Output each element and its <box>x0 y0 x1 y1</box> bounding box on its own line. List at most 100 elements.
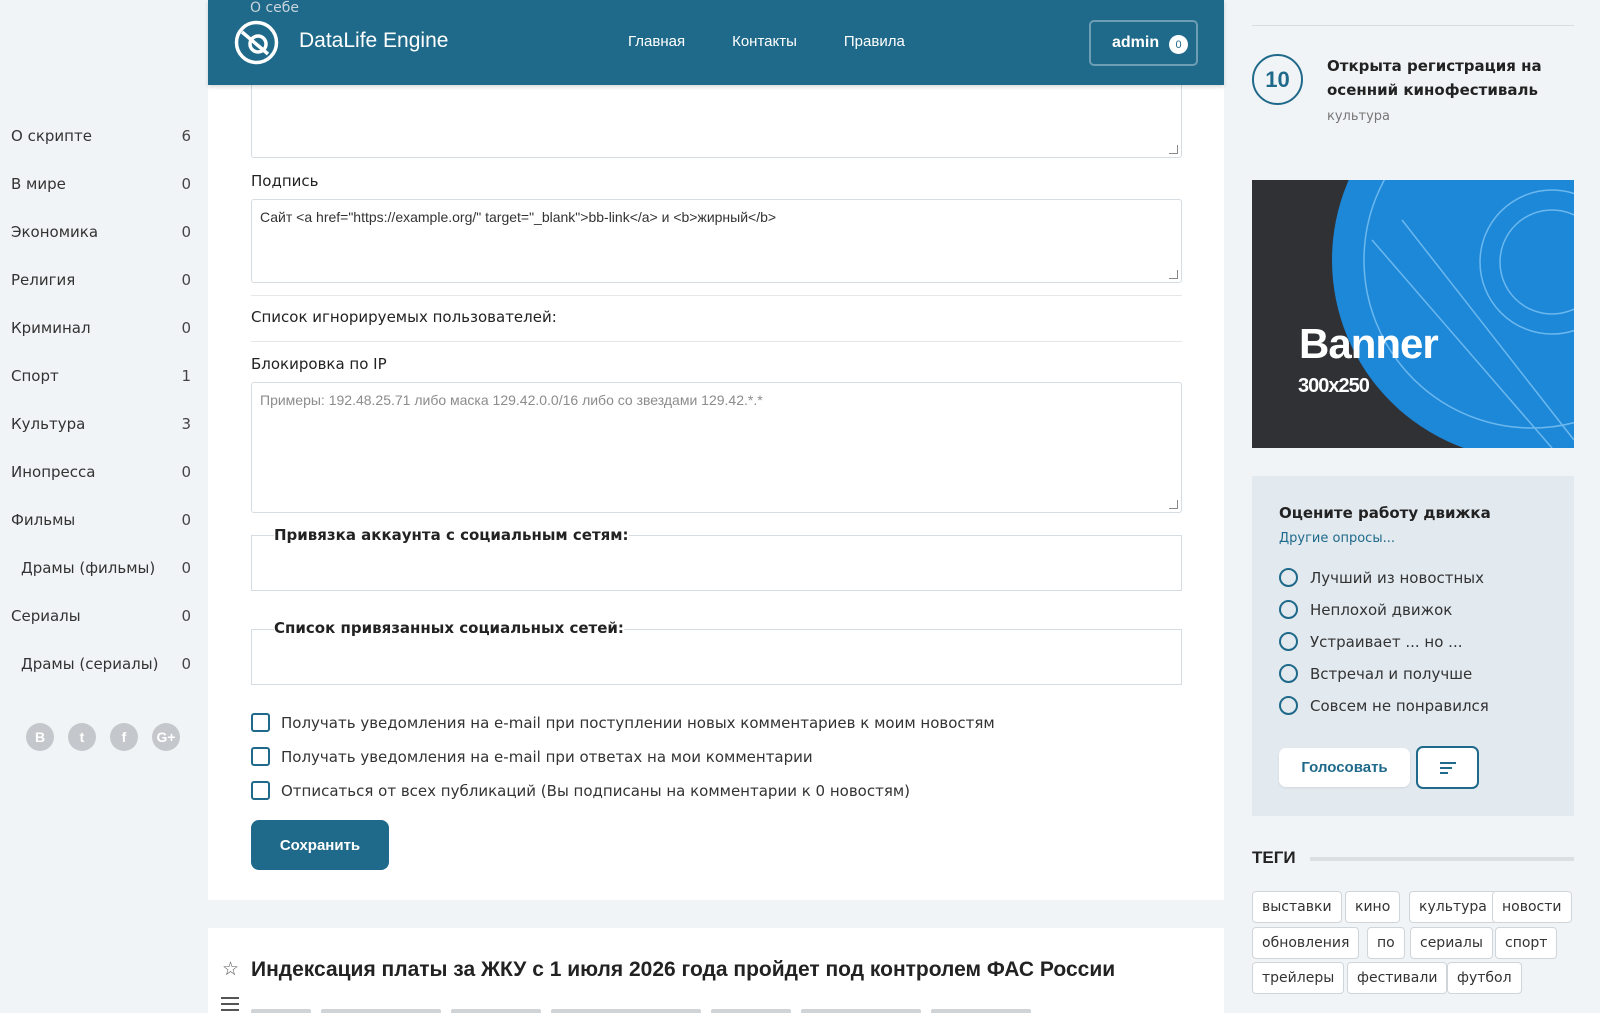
menu-icon[interactable] <box>221 997 239 1011</box>
vote-button[interactable]: Голосовать <box>1279 748 1410 787</box>
tag-link[interactable]: выставки <box>1252 891 1342 923</box>
sidebar-item[interactable]: Драмы (сериалы) 0 <box>0 640 205 688</box>
other-polls-link[interactable]: Другие опросы... <box>1279 531 1395 546</box>
social-bind-legend: Привязка аккаунта с социальным сетям: <box>274 526 629 544</box>
tag-link[interactable]: спорт <box>1495 927 1558 959</box>
banner-ad[interactable]: Banner 300x250 <box>1252 180 1574 448</box>
sidebar-item-label: В мире <box>11 175 66 193</box>
sidebar-item[interactable]: Спорт 1 <box>0 352 205 400</box>
top-news-title[interactable]: Открыта регистрация на осенний кинофести… <box>1327 54 1557 102</box>
divider <box>251 295 1182 296</box>
sidebar-item[interactable]: Инопресса 0 <box>0 448 205 496</box>
tag-link[interactable]: футбол <box>1447 962 1522 994</box>
poll-option-radio[interactable] <box>1279 696 1298 715</box>
username: admin <box>1112 34 1160 51</box>
category-nav: О скрипте 6 В мире 0 Экономика 0 Религия 0 Крими… <box>0 112 205 688</box>
social-list-legend: Список привязанных социальных сетей: <box>274 619 624 637</box>
sidebar-item-label: Инопресса <box>11 463 96 481</box>
twitter-icon[interactable]: t <box>68 723 96 751</box>
tag-link[interactable]: сериалы <box>1410 927 1493 959</box>
poll-option[interactable]: Устраивает ... но ... <box>1279 632 1462 651</box>
tag-link[interactable]: новости <box>1492 891 1572 923</box>
unsubscribe-checkbox[interactable] <box>251 781 270 800</box>
unsubscribe-label: Отписаться от всех публикаций (Вы подпис… <box>281 781 911 800</box>
sidebar-item[interactable]: Религия 0 <box>0 256 205 304</box>
top-nav: Главная Контакты Правила <box>628 33 905 50</box>
logo-icon[interactable] <box>234 20 279 65</box>
sidebar-item[interactable]: Драмы (фильмы) 0 <box>0 544 205 592</box>
sidebar-item-label: Религия <box>11 271 76 289</box>
sidebar-item-count: 0 <box>181 271 191 289</box>
notify-replies-option[interactable]: Получать уведомления на e-mail при ответ… <box>251 747 813 766</box>
vk-icon[interactable]: B <box>26 723 54 751</box>
results-icon <box>1439 759 1456 777</box>
sidebar-item[interactable]: О скрипте 6 <box>0 112 205 160</box>
notify-replies-checkbox[interactable] <box>251 747 270 766</box>
resize-grip-icon[interactable] <box>1169 270 1178 279</box>
sidebar-item-label: Сериалы <box>11 607 81 625</box>
sidebar-item-count: 0 <box>181 607 191 625</box>
poll-option-label: Совсем не понравился <box>1310 696 1489 715</box>
signature-textarea[interactable]: Сайт <a href="https://example.org/" targ… <box>251 199 1182 283</box>
poll-option-radio[interactable] <box>1279 568 1298 587</box>
unsubscribe-option[interactable]: Отписаться от всех публикаций (Вы подпис… <box>251 781 910 800</box>
poll-option[interactable]: Неплохой движок <box>1279 600 1452 619</box>
sidebar-item-count: 0 <box>181 511 191 529</box>
poll-option-radio[interactable] <box>1279 632 1298 651</box>
save-button[interactable]: Сохранить <box>251 820 389 870</box>
tag-link[interactable]: культура <box>1409 891 1497 923</box>
resize-grip-icon[interactable] <box>1169 500 1178 509</box>
poll-option[interactable]: Встречал и получше <box>1279 664 1472 683</box>
poll-option-label: Встречал и получше <box>1310 664 1473 683</box>
sidebar-item[interactable]: Культура 3 <box>0 400 205 448</box>
poll-option-label: Лучший из новостных <box>1310 568 1485 587</box>
poll-option-radio[interactable] <box>1279 600 1298 619</box>
social-links: Bt f G+ <box>26 723 180 751</box>
ip-block-placeholder: Примеры: 192.48.25.71 либо маска 129.42.… <box>260 392 763 408</box>
poll-option-label: Устраивает ... но ... <box>1310 632 1463 651</box>
sidebar-item[interactable]: Сериалы 0 <box>0 592 205 640</box>
tag-link[interactable]: по <box>1367 927 1405 959</box>
nav-rules-link[interactable]: Правила <box>844 33 905 50</box>
facebook-icon[interactable]: f <box>110 723 138 751</box>
sidebar-item-count: 3 <box>181 415 191 433</box>
ip-block-textarea[interactable]: Примеры: 192.48.25.71 либо маска 129.42.… <box>251 382 1182 513</box>
brand-name[interactable]: DataLife Engine <box>299 29 448 53</box>
tag-link[interactable]: фестивали <box>1347 962 1448 994</box>
poll-option-radio[interactable] <box>1279 664 1298 683</box>
tag-link[interactable]: трейлеры <box>1252 962 1345 994</box>
poll-widget: Оцените работу движка Другие опросы... Л… <box>1252 476 1574 816</box>
sidebar-item-label: Культура <box>11 415 86 433</box>
sidebar-item[interactable]: Экономика 0 <box>0 208 205 256</box>
sidebar-item[interactable]: Криминал 0 <box>0 304 205 352</box>
poll-option[interactable]: Лучший из новостных <box>1279 568 1484 587</box>
tag-link[interactable]: кино <box>1345 891 1401 923</box>
ignore-list-label: Список игнорируемых пользователей: <box>251 308 557 326</box>
signature-value: Сайт <a href="https://example.org/" targ… <box>260 209 777 225</box>
banner-graphic <box>1332 180 1574 448</box>
nav-home-link[interactable]: Главная <box>628 33 685 50</box>
poll-title: Оцените работу движка <box>1279 504 1491 522</box>
notify-comments-checkbox[interactable] <box>251 713 270 732</box>
star-icon[interactable]: ☆ <box>222 958 239 980</box>
site-header: DataLife Engine Главная Контакты Правила… <box>208 0 1224 85</box>
sidebar-item-label: Экономика <box>11 223 99 241</box>
poll-option-label: Неплохой движок <box>1310 600 1453 619</box>
sidebar-item[interactable]: Фильмы 0 <box>0 496 205 544</box>
google-plus-icon[interactable]: G+ <box>152 723 180 751</box>
poll-results-button[interactable] <box>1416 746 1479 789</box>
news-title[interactable]: Индексация платы за ЖКУ с 1 июля 2026 го… <box>251 958 1115 982</box>
poll-option[interactable]: Совсем не понравился <box>1279 696 1489 715</box>
ip-block-label: Блокировка по IP <box>251 355 387 373</box>
sidebar-item-count: 0 <box>181 223 191 241</box>
nav-contacts-link[interactable]: Контакты <box>732 33 797 50</box>
sidebar-item-label: Спорт <box>11 367 59 385</box>
top-news-category[interactable]: культура <box>1327 109 1390 124</box>
sidebar-item[interactable]: В мире 0 <box>0 160 205 208</box>
tag-link[interactable]: обновления <box>1252 927 1360 959</box>
resize-grip-icon[interactable] <box>1169 145 1178 154</box>
user-menu-button[interactable]: admin 0 <box>1089 20 1198 66</box>
sidebar-item-label: Криминал <box>11 319 91 337</box>
about-label: О себе <box>250 0 300 16</box>
notify-comments-option[interactable]: Получать уведомления на e-mail при посту… <box>251 713 995 732</box>
